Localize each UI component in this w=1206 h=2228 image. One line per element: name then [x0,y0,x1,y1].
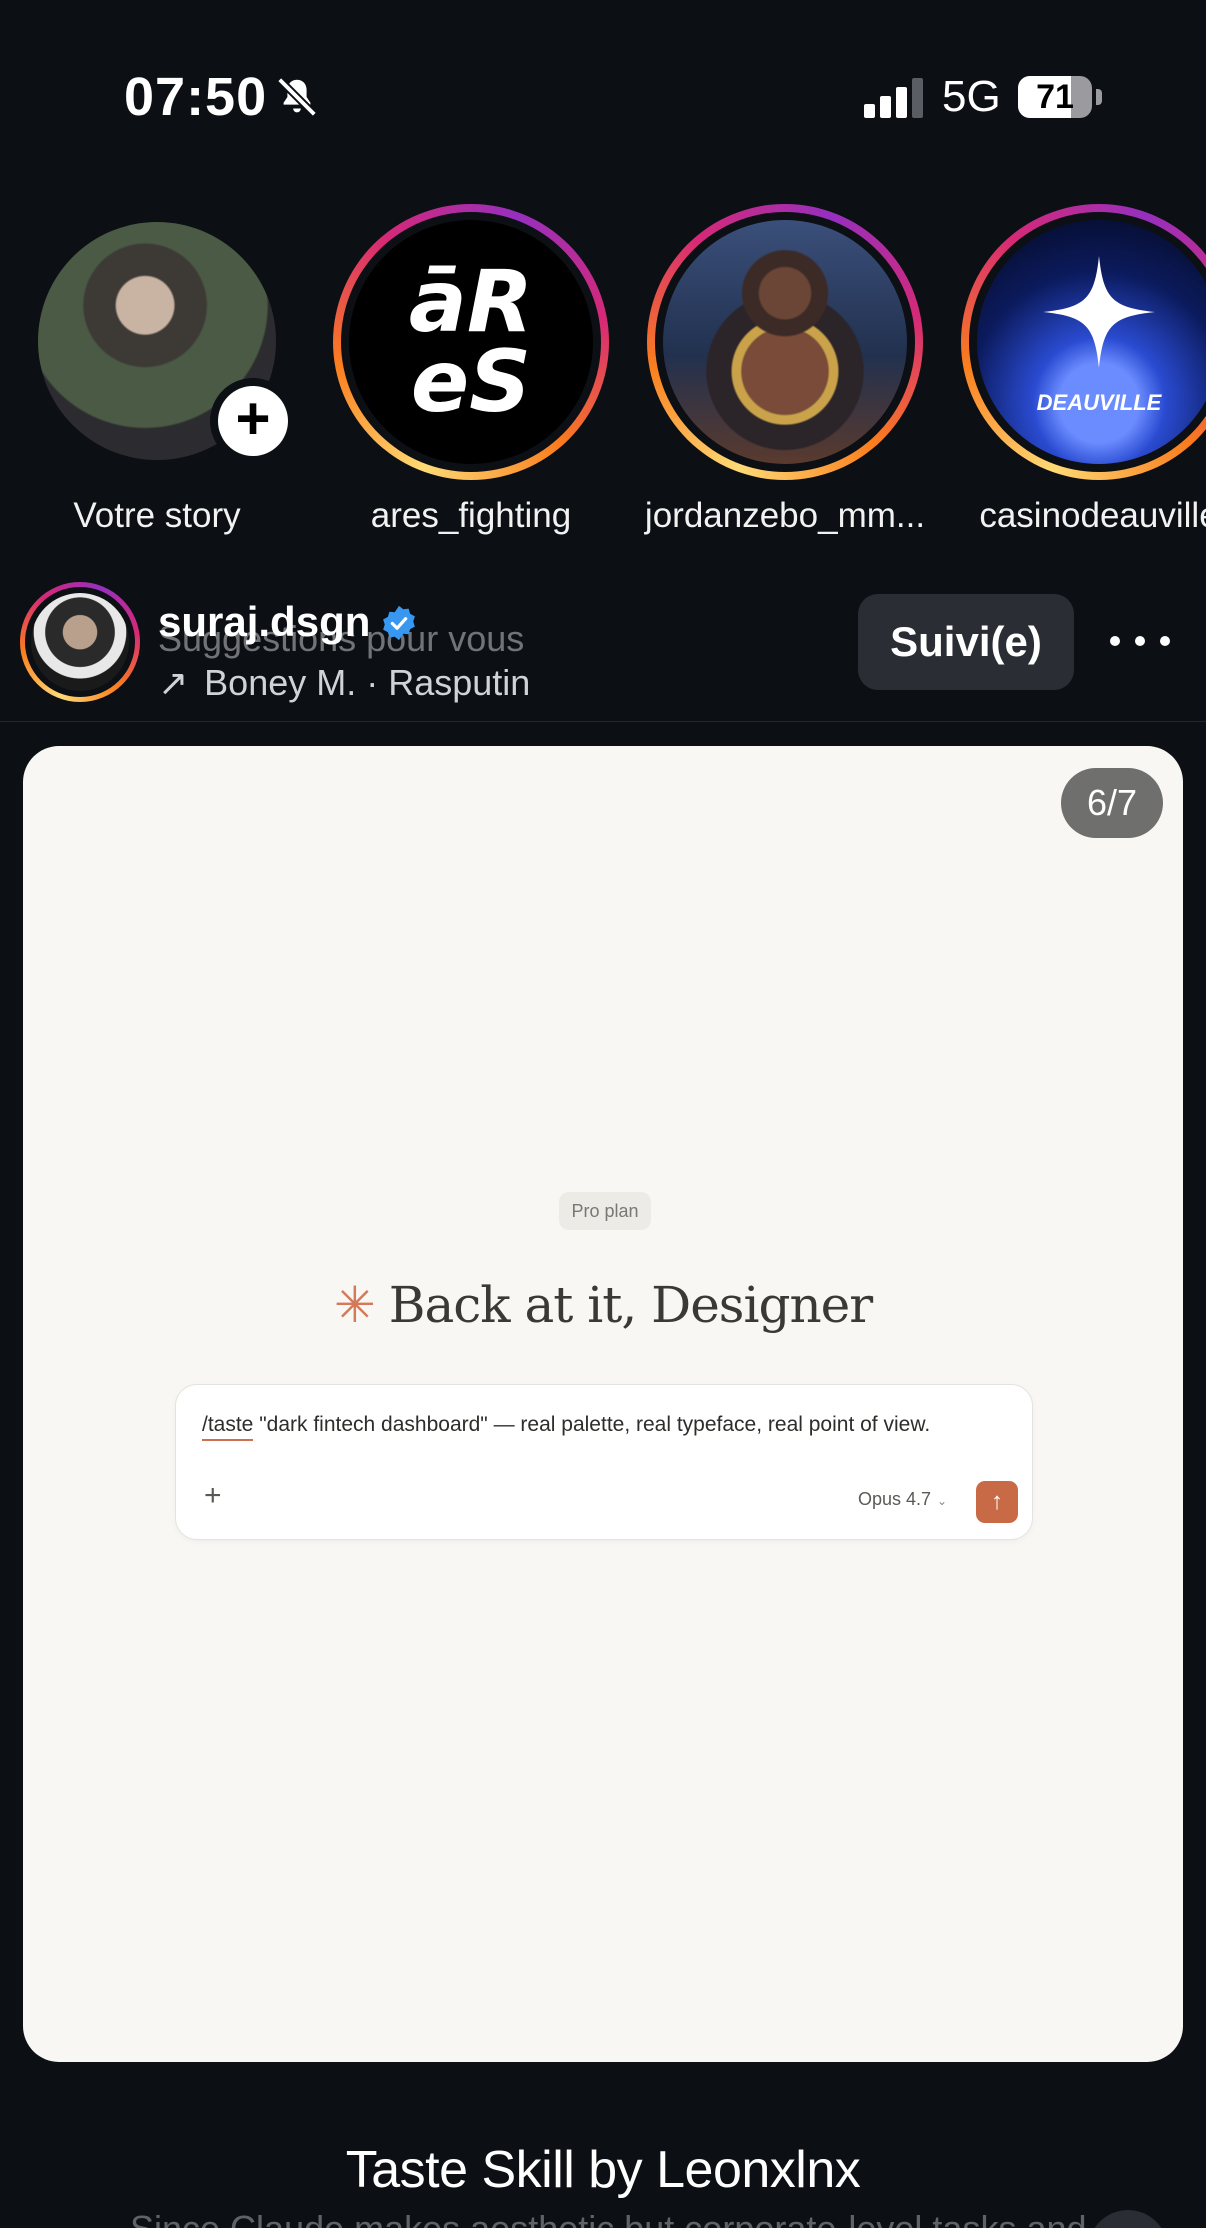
scroll-button[interactable] [1088,2210,1168,2228]
signal-bars-icon [864,78,923,118]
slide-counter: 6/7 [1061,768,1163,838]
logo-text-bottom: eS [410,332,532,432]
send-button[interactable]: ↑ [976,1481,1018,1523]
attach-plus-icon[interactable]: + [204,1481,222,1511]
logo-text-top: āR [408,252,534,352]
prompt-body: "dark fintech dashboard" — real palette,… [253,1413,931,1436]
story-jordanzebo[interactable]: jordanzebo_mm... [640,200,930,550]
story-label: ares_fighting [370,496,572,535]
stories-tray: + Votre story āR eS ares_fighting jordan… [0,200,1206,550]
following-button[interactable]: Suivi(e) [858,594,1074,690]
caption-title: Taste Skill by Leonxlnx [345,2141,861,2199]
bell-slash-icon [277,77,317,117]
add-story-button[interactable]: + [210,378,296,464]
story-casinodeauville[interactable]: DEAUVILLE casinodeauville [954,200,1206,550]
clock: 07:50 [124,67,268,127]
battery-cap [1096,89,1102,105]
prompt-text: /taste "dark fintech dashboard" — real p… [202,1413,931,1441]
story-ring [647,204,923,480]
sparkle-icon [1043,256,1155,368]
music-info[interactable]: ↗ Boney M. · Rasputin [158,662,530,704]
deauville-logo: DEAUVILLE [977,220,1206,464]
plan-badge: Pro plan [559,1192,651,1230]
battery-level: 71 [1036,77,1074,116]
post-media[interactable]: 6/7 Pro plan ✳ Back at it, Designer /tast… [23,746,1183,2062]
story-own[interactable]: + Votre story [12,200,302,550]
more-options-icon[interactable] [1110,616,1170,666]
fighter-photo [663,220,907,464]
story-ring: DEAUVILLE [961,204,1206,480]
story-ares-fighting[interactable]: āR eS ares_fighting [326,200,616,550]
network-type: 5G [942,72,1001,121]
prompt-command: /taste [202,1413,254,1441]
story-label: jordanzebo_mm... [644,496,926,535]
prompt-input[interactable]: /taste "dark fintech dashboard" — real p… [175,1384,1033,1540]
story-label: Votre story [73,496,241,535]
story-label: casinodeauville [979,496,1206,535]
chevron-down-icon: ⌄ [937,1494,948,1508]
arrow-up-right-icon: ↗ [158,662,189,703]
author-avatar[interactable] [20,582,140,702]
logo-text: DEAUVILLE [1036,390,1162,415]
greeting-heading: ✳ Back at it, Designer [23,1276,1183,1334]
greeting-text: Back at it, Designer [388,1276,873,1334]
story-ring: āR eS [333,204,609,480]
status-bar: 07:50 5G 71 [0,0,1206,190]
verified-badge-icon [383,605,415,641]
battery-icon: 71 [1018,76,1092,118]
ares-logo: āR eS [349,220,593,464]
author-username[interactable]: suraj.dsgn [158,598,370,646]
model-selector[interactable]: Opus 4.7 ⌄ [858,1489,947,1510]
model-name: Opus 4.7 [858,1489,932,1509]
post-header: Suggestions pour vous suraj.dsgn ↗ Boney … [0,580,1206,722]
arrow-up-icon: ↑ [991,1488,1003,1515]
music-track: Boney M. · Rasputin [204,662,531,703]
caption-subtitle: Since Claude makes aesthetic but corpora… [130,2208,1087,2228]
plus-icon: + [218,386,288,456]
asterisk-icon: ✳ [333,1276,376,1334]
